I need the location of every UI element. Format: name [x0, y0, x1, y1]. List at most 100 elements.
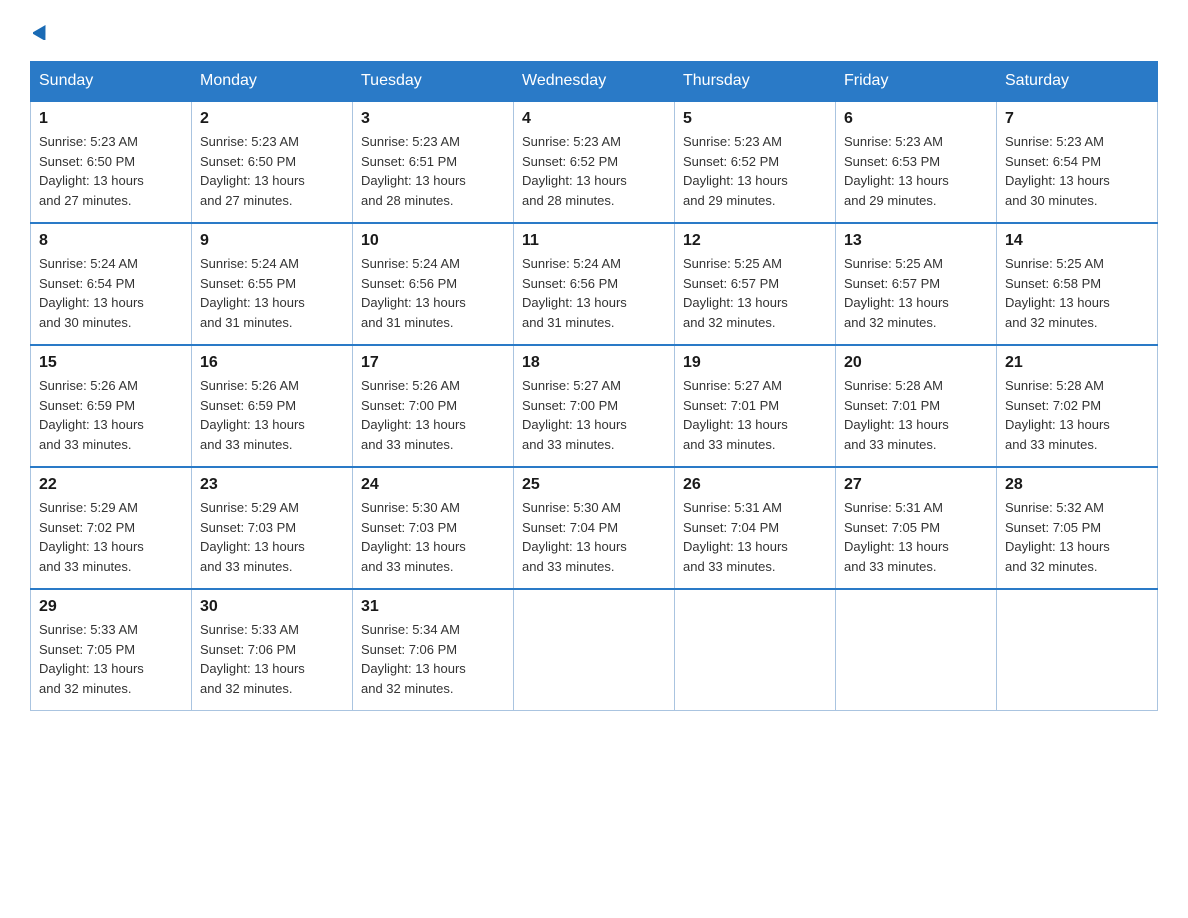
calendar-cell: 2 Sunrise: 5:23 AM Sunset: 6:50 PM Dayli… — [192, 101, 353, 223]
calendar-cell: 24 Sunrise: 5:30 AM Sunset: 7:03 PM Dayl… — [353, 467, 514, 589]
day-number: 11 — [522, 232, 666, 250]
calendar-week-row: 29 Sunrise: 5:33 AM Sunset: 7:05 PM Dayl… — [31, 589, 1158, 711]
calendar-cell — [675, 589, 836, 711]
day-info: Sunrise: 5:26 AM Sunset: 6:59 PM Dayligh… — [200, 378, 305, 452]
day-number: 10 — [361, 232, 505, 250]
day-info: Sunrise: 5:32 AM Sunset: 7:05 PM Dayligh… — [1005, 500, 1110, 574]
calendar-cell: 7 Sunrise: 5:23 AM Sunset: 6:54 PM Dayli… — [997, 101, 1158, 223]
calendar-header-saturday: Saturday — [997, 62, 1158, 102]
calendar-cell: 15 Sunrise: 5:26 AM Sunset: 6:59 PM Dayl… — [31, 345, 192, 467]
calendar-cell: 29 Sunrise: 5:33 AM Sunset: 7:05 PM Dayl… — [31, 589, 192, 711]
day-info: Sunrise: 5:24 AM Sunset: 6:55 PM Dayligh… — [200, 256, 305, 330]
calendar-week-row: 22 Sunrise: 5:29 AM Sunset: 7:02 PM Dayl… — [31, 467, 1158, 589]
calendar-header-monday: Monday — [192, 62, 353, 102]
day-info: Sunrise: 5:23 AM Sunset: 6:51 PM Dayligh… — [361, 134, 466, 208]
calendar-cell: 30 Sunrise: 5:33 AM Sunset: 7:06 PM Dayl… — [192, 589, 353, 711]
day-number: 8 — [39, 232, 183, 250]
calendar-header-tuesday: Tuesday — [353, 62, 514, 102]
day-info: Sunrise: 5:24 AM Sunset: 6:56 PM Dayligh… — [522, 256, 627, 330]
day-info: Sunrise: 5:28 AM Sunset: 7:02 PM Dayligh… — [1005, 378, 1110, 452]
calendar-cell: 9 Sunrise: 5:24 AM Sunset: 6:55 PM Dayli… — [192, 223, 353, 345]
calendar-cell: 3 Sunrise: 5:23 AM Sunset: 6:51 PM Dayli… — [353, 101, 514, 223]
day-info: Sunrise: 5:26 AM Sunset: 7:00 PM Dayligh… — [361, 378, 466, 452]
calendar-cell: 14 Sunrise: 5:25 AM Sunset: 6:58 PM Dayl… — [997, 223, 1158, 345]
calendar-cell: 12 Sunrise: 5:25 AM Sunset: 6:57 PM Dayl… — [675, 223, 836, 345]
calendar-header-friday: Friday — [836, 62, 997, 102]
day-number: 16 — [200, 354, 344, 372]
calendar-cell — [836, 589, 997, 711]
calendar-cell: 13 Sunrise: 5:25 AM Sunset: 6:57 PM Dayl… — [836, 223, 997, 345]
calendar-cell: 25 Sunrise: 5:30 AM Sunset: 7:04 PM Dayl… — [514, 467, 675, 589]
day-info: Sunrise: 5:25 AM Sunset: 6:58 PM Dayligh… — [1005, 256, 1110, 330]
day-info: Sunrise: 5:23 AM Sunset: 6:52 PM Dayligh… — [522, 134, 627, 208]
calendar-header-row: SundayMondayTuesdayWednesdayThursdayFrid… — [31, 62, 1158, 102]
calendar-cell: 31 Sunrise: 5:34 AM Sunset: 7:06 PM Dayl… — [353, 589, 514, 711]
day-info: Sunrise: 5:23 AM Sunset: 6:53 PM Dayligh… — [844, 134, 949, 208]
day-number: 28 — [1005, 476, 1149, 494]
day-number: 18 — [522, 354, 666, 372]
day-number: 31 — [361, 598, 505, 616]
calendar-cell: 23 Sunrise: 5:29 AM Sunset: 7:03 PM Dayl… — [192, 467, 353, 589]
day-number: 24 — [361, 476, 505, 494]
day-info: Sunrise: 5:24 AM Sunset: 6:54 PM Dayligh… — [39, 256, 144, 330]
calendar-week-row: 1 Sunrise: 5:23 AM Sunset: 6:50 PM Dayli… — [31, 101, 1158, 223]
day-number: 2 — [200, 110, 344, 128]
calendar-cell: 10 Sunrise: 5:24 AM Sunset: 6:56 PM Dayl… — [353, 223, 514, 345]
day-info: Sunrise: 5:31 AM Sunset: 7:05 PM Dayligh… — [844, 500, 949, 574]
calendar-cell: 21 Sunrise: 5:28 AM Sunset: 7:02 PM Dayl… — [997, 345, 1158, 467]
day-info: Sunrise: 5:29 AM Sunset: 7:02 PM Dayligh… — [39, 500, 144, 574]
calendar-header-sunday: Sunday — [31, 62, 192, 102]
day-info: Sunrise: 5:25 AM Sunset: 6:57 PM Dayligh… — [683, 256, 788, 330]
calendar-cell: 8 Sunrise: 5:24 AM Sunset: 6:54 PM Dayli… — [31, 223, 192, 345]
day-number: 15 — [39, 354, 183, 372]
calendar-header-wednesday: Wednesday — [514, 62, 675, 102]
calendar-header-thursday: Thursday — [675, 62, 836, 102]
day-number: 9 — [200, 232, 344, 250]
day-info: Sunrise: 5:24 AM Sunset: 6:56 PM Dayligh… — [361, 256, 466, 330]
calendar-cell: 11 Sunrise: 5:24 AM Sunset: 6:56 PM Dayl… — [514, 223, 675, 345]
day-info: Sunrise: 5:31 AM Sunset: 7:04 PM Dayligh… — [683, 500, 788, 574]
day-info: Sunrise: 5:27 AM Sunset: 7:00 PM Dayligh… — [522, 378, 627, 452]
page-header — [30, 20, 1158, 43]
logo-arrow-icon — [33, 22, 51, 45]
logo — [30, 20, 51, 43]
day-number: 26 — [683, 476, 827, 494]
day-number: 22 — [39, 476, 183, 494]
calendar-week-row: 15 Sunrise: 5:26 AM Sunset: 6:59 PM Dayl… — [31, 345, 1158, 467]
day-number: 3 — [361, 110, 505, 128]
day-info: Sunrise: 5:28 AM Sunset: 7:01 PM Dayligh… — [844, 378, 949, 452]
calendar-cell: 19 Sunrise: 5:27 AM Sunset: 7:01 PM Dayl… — [675, 345, 836, 467]
day-info: Sunrise: 5:29 AM Sunset: 7:03 PM Dayligh… — [200, 500, 305, 574]
day-number: 7 — [1005, 110, 1149, 128]
day-number: 17 — [361, 354, 505, 372]
day-info: Sunrise: 5:23 AM Sunset: 6:50 PM Dayligh… — [39, 134, 144, 208]
calendar-cell: 22 Sunrise: 5:29 AM Sunset: 7:02 PM Dayl… — [31, 467, 192, 589]
day-number: 14 — [1005, 232, 1149, 250]
day-number: 20 — [844, 354, 988, 372]
day-info: Sunrise: 5:27 AM Sunset: 7:01 PM Dayligh… — [683, 378, 788, 452]
day-info: Sunrise: 5:33 AM Sunset: 7:06 PM Dayligh… — [200, 622, 305, 696]
day-info: Sunrise: 5:23 AM Sunset: 6:52 PM Dayligh… — [683, 134, 788, 208]
day-info: Sunrise: 5:33 AM Sunset: 7:05 PM Dayligh… — [39, 622, 144, 696]
day-info: Sunrise: 5:34 AM Sunset: 7:06 PM Dayligh… — [361, 622, 466, 696]
day-number: 23 — [200, 476, 344, 494]
calendar-cell: 20 Sunrise: 5:28 AM Sunset: 7:01 PM Dayl… — [836, 345, 997, 467]
day-number: 4 — [522, 110, 666, 128]
calendar-cell: 28 Sunrise: 5:32 AM Sunset: 7:05 PM Dayl… — [997, 467, 1158, 589]
day-info: Sunrise: 5:26 AM Sunset: 6:59 PM Dayligh… — [39, 378, 144, 452]
day-number: 19 — [683, 354, 827, 372]
day-number: 13 — [844, 232, 988, 250]
calendar-cell — [997, 589, 1158, 711]
day-number: 27 — [844, 476, 988, 494]
day-number: 30 — [200, 598, 344, 616]
calendar-cell: 4 Sunrise: 5:23 AM Sunset: 6:52 PM Dayli… — [514, 101, 675, 223]
calendar-cell: 27 Sunrise: 5:31 AM Sunset: 7:05 PM Dayl… — [836, 467, 997, 589]
day-number: 25 — [522, 476, 666, 494]
calendar-cell: 17 Sunrise: 5:26 AM Sunset: 7:00 PM Dayl… — [353, 345, 514, 467]
day-number: 1 — [39, 110, 183, 128]
day-number: 12 — [683, 232, 827, 250]
day-number: 5 — [683, 110, 827, 128]
day-number: 6 — [844, 110, 988, 128]
calendar-cell: 1 Sunrise: 5:23 AM Sunset: 6:50 PM Dayli… — [31, 101, 192, 223]
calendar-cell: 5 Sunrise: 5:23 AM Sunset: 6:52 PM Dayli… — [675, 101, 836, 223]
